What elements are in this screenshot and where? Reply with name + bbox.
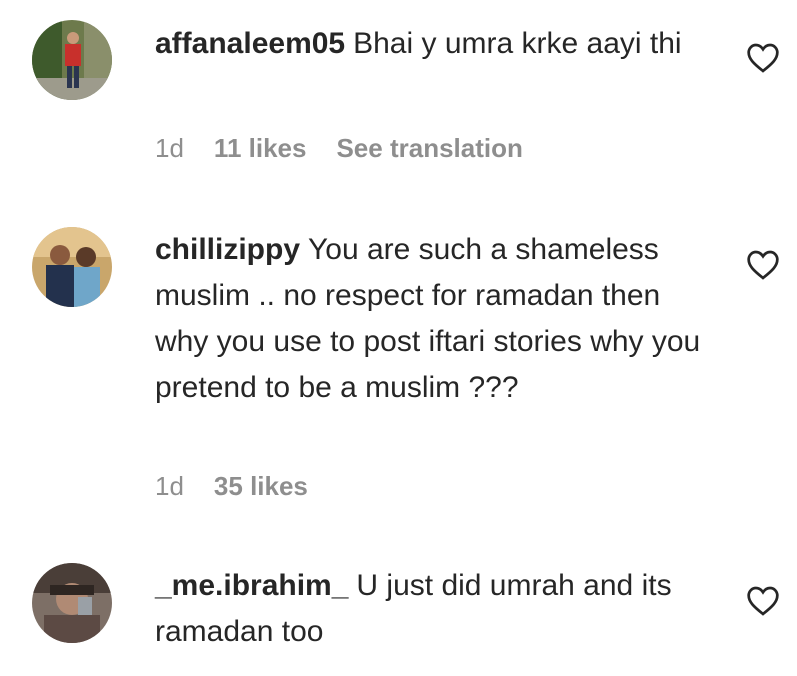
avatar[interactable]	[32, 20, 112, 100]
avatar[interactable]	[32, 227, 112, 307]
see-translation-link[interactable]: See translation	[336, 133, 522, 164]
comment-text: chillizippy You are such a shameless musl…	[155, 227, 715, 411]
comment-meta: 1d 35 likes	[155, 471, 308, 502]
heart-outline-icon[interactable]	[746, 586, 780, 616]
comment-likes-count[interactable]: 35 likes	[214, 471, 308, 502]
heart-outline-icon[interactable]	[746, 43, 780, 73]
comment-likes-count[interactable]: 11 likes	[214, 133, 307, 164]
comment-username[interactable]: chillizippy	[155, 233, 300, 266]
avatar[interactable]	[32, 563, 112, 643]
comment-message: Bhai y umra krke aayi thi	[353, 27, 682, 60]
comment-timestamp[interactable]: 1d	[155, 471, 184, 502]
comment-text: affanaleem05 Bhai y umra krke aayi thi	[155, 21, 715, 67]
comment-meta: 1d 11 likes See translation	[155, 133, 523, 164]
comment-username[interactable]: _me.ibrahim_	[155, 569, 348, 602]
heart-outline-icon[interactable]	[746, 250, 780, 280]
comment-timestamp[interactable]: 1d	[155, 133, 184, 164]
comment-username[interactable]: affanaleem05	[155, 27, 345, 60]
comment-text: _me.ibrahim_ U just did umrah and its ram…	[155, 563, 715, 655]
